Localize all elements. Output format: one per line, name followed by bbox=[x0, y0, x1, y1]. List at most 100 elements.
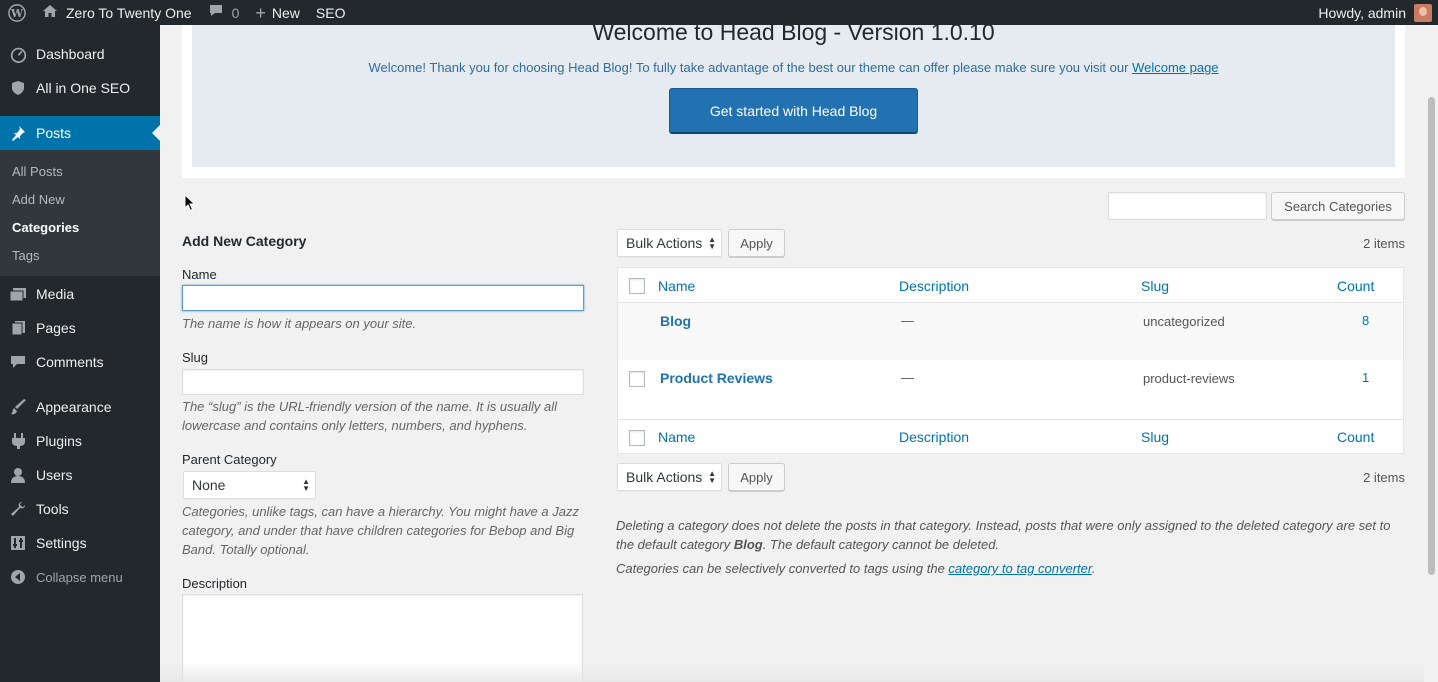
new-content-link[interactable]: + New bbox=[247, 0, 308, 25]
parent-category-select[interactable]: None ▲ ▼ bbox=[183, 471, 316, 499]
sidebar-item-settings[interactable]: Settings bbox=[0, 526, 160, 560]
scrollbar-thumb[interactable] bbox=[1428, 97, 1435, 575]
sidebar-item-pages[interactable]: Pages bbox=[0, 311, 160, 345]
search-categories-input[interactable] bbox=[1108, 192, 1267, 220]
sidebar-item-dashboard[interactable]: Dashboard bbox=[0, 37, 160, 71]
sidebar-item-label: Collapse menu bbox=[36, 569, 123, 585]
column-header-name[interactable]: Name bbox=[658, 278, 695, 294]
category-name-link[interactable]: Product Reviews bbox=[660, 370, 773, 386]
sidebar-item-label: All in One SEO bbox=[36, 80, 131, 96]
description-label: Description bbox=[182, 576, 248, 591]
avatar bbox=[1414, 3, 1432, 22]
items-count-top: 2 items bbox=[1363, 236, 1405, 251]
sidebar-item-label: Users bbox=[36, 467, 73, 483]
name-label: Name bbox=[182, 267, 217, 282]
apply-button-bottom[interactable]: Apply bbox=[728, 463, 785, 491]
column-footer-slug[interactable]: Slug bbox=[1141, 429, 1169, 445]
plus-icon: + bbox=[255, 2, 266, 23]
submenu-all-posts[interactable]: All Posts bbox=[12, 164, 63, 179]
category-name-link[interactable]: Blog bbox=[660, 313, 691, 329]
category-slug-input[interactable] bbox=[182, 369, 584, 395]
apply-button-top[interactable]: Apply bbox=[728, 229, 785, 257]
column-footer-count[interactable]: Count bbox=[1337, 429, 1374, 445]
site-name: Zero To Twenty One bbox=[66, 4, 192, 21]
category-count-link[interactable]: 1 bbox=[1362, 370, 1369, 385]
search-categories-button[interactable]: Search Categories bbox=[1271, 192, 1405, 220]
select-all-checkbox[interactable] bbox=[629, 278, 645, 294]
column-footer-description[interactable]: Description bbox=[899, 429, 969, 445]
select-arrows-icon: ▲ ▼ bbox=[708, 235, 716, 251]
bulk-actions-select-bottom[interactable]: Bulk Actions ▲ ▼ bbox=[617, 463, 722, 491]
sidebar-item-all-in-one-seo[interactable]: All in One SEO bbox=[0, 71, 160, 105]
category-name-input[interactable] bbox=[182, 285, 584, 311]
admin-sidebar: Dashboard All in One SEO Posts All Posts… bbox=[0, 25, 160, 682]
submenu-add-new[interactable]: Add New bbox=[12, 192, 65, 207]
parent-category-value: None bbox=[192, 477, 226, 493]
bulk-actions-select-top[interactable]: Bulk Actions ▲ ▼ bbox=[617, 229, 722, 257]
parent-category-label: Parent Category bbox=[182, 452, 277, 467]
category-description: — bbox=[901, 313, 914, 328]
categories-table: Name Description Slug Count Blog — uncat… bbox=[617, 267, 1404, 454]
add-new-category-title: Add New Category bbox=[182, 233, 307, 249]
sidebar-item-plugins[interactable]: Plugins bbox=[0, 424, 160, 458]
column-header-slug[interactable]: Slug bbox=[1141, 278, 1169, 294]
site-name-link[interactable]: Zero To Twenty One bbox=[34, 0, 200, 25]
column-header-count[interactable]: Count bbox=[1337, 278, 1374, 294]
welcome-panel: Welcome to Head Blog - Version 1.0.10 We… bbox=[192, 18, 1395, 167]
sidebar-item-appearance[interactable]: Appearance bbox=[0, 390, 160, 424]
table-row: Blog — uncategorized 8 bbox=[618, 303, 1403, 360]
sidebar-item-label: Pages bbox=[36, 320, 76, 336]
bulk-actions-value: Bulk Actions bbox=[626, 469, 703, 485]
select-arrows-icon: ▲ ▼ bbox=[302, 477, 310, 493]
category-to-tag-converter-link[interactable]: category to tag converter bbox=[948, 561, 1091, 576]
new-label: New bbox=[271, 4, 300, 21]
comment-icon bbox=[0, 355, 36, 369]
comments-link[interactable]: 0 bbox=[200, 0, 248, 25]
slug-label: Slug bbox=[182, 350, 209, 365]
select-all-checkbox-footer[interactable] bbox=[629, 430, 645, 446]
seo-link[interactable]: SEO bbox=[308, 0, 354, 25]
table-footer-row: Name Description Slug Count bbox=[618, 419, 1403, 454]
shield-icon bbox=[0, 80, 36, 96]
mouse-cursor-icon bbox=[184, 193, 196, 212]
column-footer-name[interactable]: Name bbox=[658, 429, 695, 445]
collapse-icon bbox=[0, 569, 36, 585]
sidebar-item-users[interactable]: Users bbox=[0, 458, 160, 492]
posts-submenu: All Posts Add New Categories Tags bbox=[0, 150, 160, 276]
comment-bubble-icon bbox=[208, 4, 224, 21]
wordpress-logo-icon[interactable]: W bbox=[0, 0, 34, 25]
comments-count: 0 bbox=[231, 4, 240, 21]
wrench-icon bbox=[0, 501, 36, 517]
get-started-button[interactable]: Get started with Head Blog bbox=[669, 88, 918, 134]
paintbrush-icon bbox=[0, 399, 36, 415]
welcome-page-link[interactable]: Welcome page bbox=[1132, 60, 1218, 75]
note-text: . The default category cannot be deleted… bbox=[762, 537, 1000, 552]
users-icon bbox=[0, 467, 36, 483]
page-scrollbar[interactable] bbox=[1424, 25, 1438, 682]
sidebar-item-tools[interactable]: Tools bbox=[0, 492, 160, 526]
parent-help-text: Categories, unlike tags, can have a hier… bbox=[182, 504, 579, 557]
sidebar-item-posts[interactable]: Posts bbox=[0, 116, 160, 150]
submenu-tags[interactable]: Tags bbox=[12, 248, 39, 263]
bulk-actions-value: Bulk Actions bbox=[626, 235, 703, 251]
category-count-link[interactable]: 8 bbox=[1362, 313, 1369, 328]
row-checkbox[interactable] bbox=[629, 371, 645, 387]
dashboard-icon bbox=[0, 46, 36, 63]
delete-category-note: Deleting a category does not delete the … bbox=[616, 516, 1406, 554]
sidebar-item-label: Plugins bbox=[36, 433, 82, 449]
sidebar-item-media[interactable]: Media bbox=[0, 277, 160, 311]
admin-bar: W Zero To Twenty One 0 + New SEO Howdy, … bbox=[0, 0, 1438, 25]
items-count-bottom: 2 items bbox=[1363, 470, 1405, 485]
svg-text:W: W bbox=[10, 7, 24, 20]
sidebar-item-label: Appearance bbox=[36, 399, 112, 415]
default-category-name: Blog bbox=[733, 537, 763, 552]
account-menu[interactable]: Howdy, admin bbox=[1310, 0, 1438, 25]
slug-help-text: The “slug” is the URL-friendly version o… bbox=[182, 399, 557, 433]
sidebar-item-label: Dashboard bbox=[36, 46, 105, 62]
column-header-description[interactable]: Description bbox=[899, 278, 969, 294]
note-text: . bbox=[1091, 561, 1096, 576]
submenu-categories[interactable]: Categories bbox=[12, 220, 79, 235]
collapse-menu-button[interactable]: Collapse menu bbox=[0, 560, 160, 594]
plugin-icon bbox=[0, 433, 36, 449]
sidebar-item-comments[interactable]: Comments bbox=[0, 345, 160, 379]
